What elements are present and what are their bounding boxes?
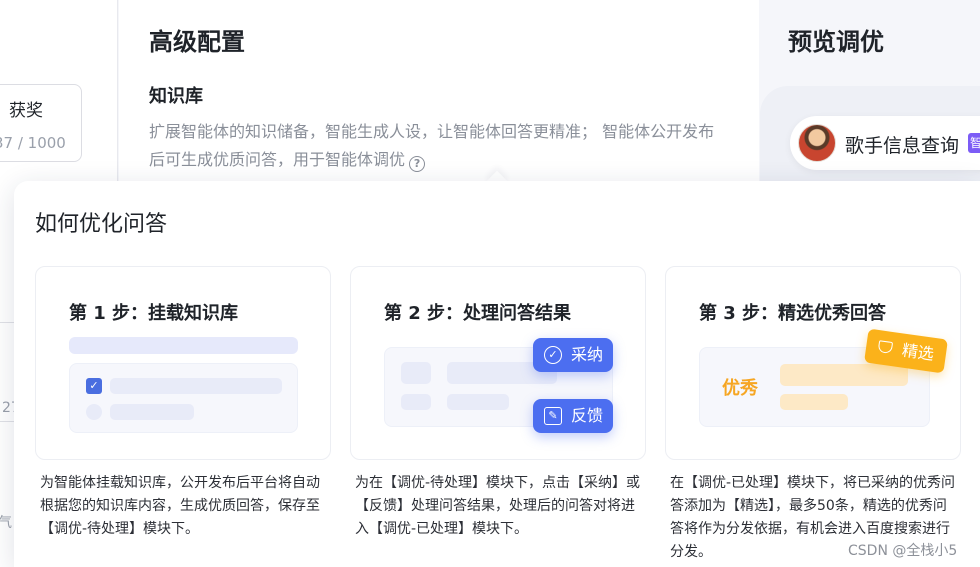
placeholder-line (780, 364, 908, 386)
step-title-3: 第 3 步：精选优秀回答 (699, 303, 887, 324)
placeholder-block (401, 362, 431, 384)
step-card-2: 第 2 步：处理问答结果 ✓ 采纳 ✎ 反馈 (350, 266, 646, 460)
section-title: 高级配置 (149, 28, 245, 56)
knowledge-description: 扩展智能体的知识储备，智能生成人设，让智能体回答更精准； 智能体公开发布后可生成… (149, 118, 729, 174)
placeholder-line (447, 394, 509, 410)
popover-title: 如何优化问答 (35, 212, 168, 237)
feedback-label: 反馈 (571, 406, 604, 425)
bot-badge: 智 (968, 133, 980, 153)
help-icon[interactable]: ? (409, 156, 426, 172)
edit-icon: ✎ (544, 407, 562, 425)
bot-name: 歌手信息查询 (845, 135, 960, 157)
check-icon: ✓ (86, 378, 102, 394)
placeholder-dot (86, 404, 102, 420)
knowledge-desc-text: 扩展智能体的知识储备，智能生成人设，让智能体回答更精准； 智能体公开发布后可生成… (149, 122, 715, 169)
step-title-1: 第 1 步：挂载知识库 (69, 303, 239, 324)
step-card-1: 第 1 步：挂载知识库 ✓ (35, 266, 331, 460)
step-desc-1: 为智能体挂载知识库，公开发布后平台将自动根据您的知识库内容，生成优质回答，保存至… (40, 475, 320, 537)
placeholder-line (110, 378, 282, 394)
knowledge-title: 知识库 (149, 86, 203, 107)
bot-avatar (798, 124, 836, 162)
placeholder-line (110, 404, 194, 420)
check-circle-icon: ✓ (544, 346, 562, 364)
kb-list-box: ✓ (69, 363, 298, 433)
step-title-2: 第 2 步：处理问答结果 (384, 303, 572, 324)
placeholder-block (401, 394, 431, 410)
accept-label: 采纳 (571, 345, 604, 364)
good-label: 优秀 (722, 378, 758, 399)
diamond-icon (877, 340, 894, 355)
placeholder-line (780, 394, 848, 410)
accept-button[interactable]: ✓ 采纳 (533, 338, 613, 372)
char-counter: 37 / 1000 (0, 134, 66, 152)
watermark: CSDN @全栈小5 (848, 543, 958, 559)
placeholder-bar (69, 337, 298, 354)
feedback-button[interactable]: ✎ 反馈 (533, 399, 613, 433)
preview-title: 预览调优 (788, 28, 884, 56)
award-text: 获奖 (9, 101, 43, 121)
step-desc-2: 为在【调优-待处理】模块下，点击【采纳】或【反馈】处理问答结果，处理后的问答对将… (355, 475, 641, 537)
left-partial-text-2: 气 (0, 512, 12, 532)
featured-tag-label: 精选 (900, 340, 936, 364)
